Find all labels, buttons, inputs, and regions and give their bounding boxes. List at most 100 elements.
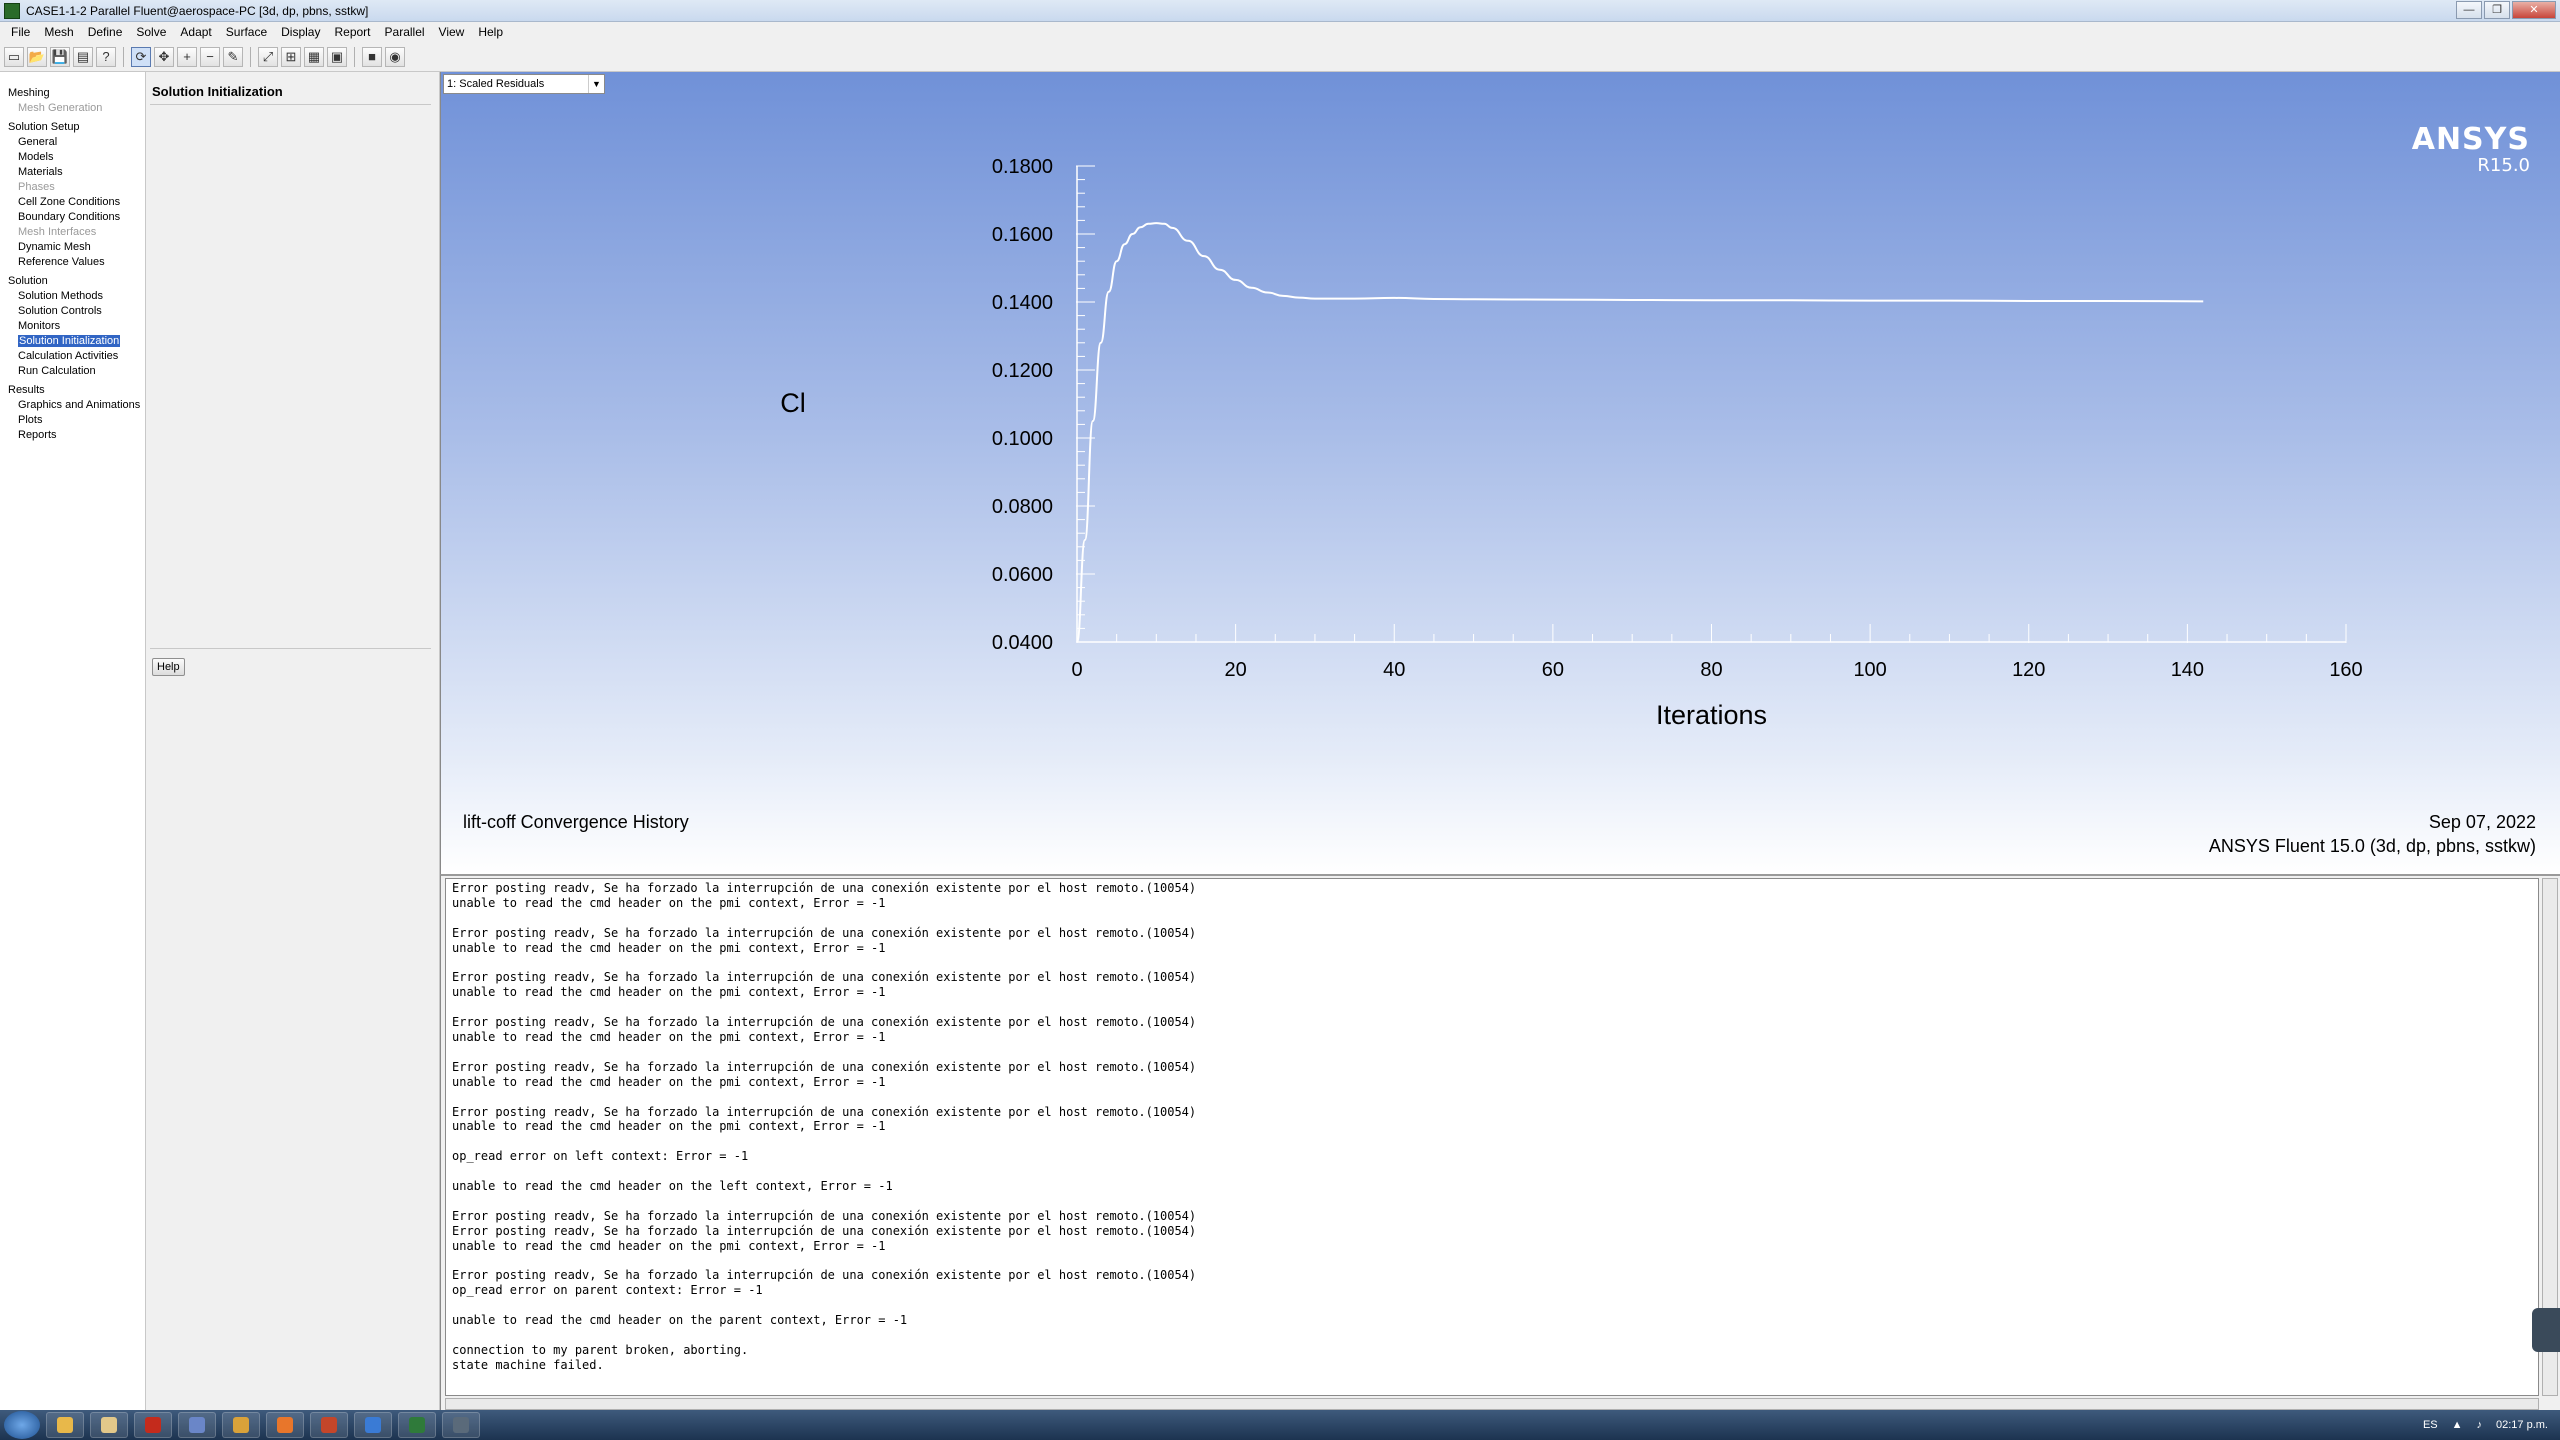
- menu-adapt[interactable]: Adapt: [173, 22, 218, 42]
- tree-item-dynamic-mesh[interactable]: Dynamic Mesh: [0, 240, 145, 255]
- network-icon[interactable]: ▲: [2452, 1419, 2463, 1431]
- x-tick-label: 40: [1383, 659, 1405, 681]
- fluent-launcher-icon: [453, 1417, 469, 1433]
- camera-icon[interactable]: ◉: [385, 46, 405, 67]
- view-icon[interactable]: ▣: [327, 46, 347, 67]
- taskbar-fluent-button[interactable]: [398, 1412, 436, 1438]
- tree-item-phases: Phases: [0, 180, 145, 195]
- taskbar-teamviewer-button[interactable]: [354, 1412, 392, 1438]
- tree-item-label: Solution Methods: [18, 290, 103, 302]
- tree-item-label: Mesh Generation: [18, 102, 103, 114]
- x-tick-label: 80: [1700, 659, 1722, 681]
- taskbar-acrobat-button[interactable]: [134, 1412, 172, 1438]
- y-tick-label: 0.0600: [992, 564, 1053, 586]
- close-icon[interactable]: ✕: [2512, 1, 2556, 19]
- menu-report[interactable]: Report: [327, 22, 377, 42]
- menu-parallel[interactable]: Parallel: [378, 22, 432, 42]
- zoom-out-icon[interactable]: −: [200, 46, 220, 67]
- language-indicator[interactable]: ES: [2423, 1419, 2438, 1431]
- tree-item-label: Solution Controls: [18, 305, 102, 317]
- tree-item-reference-values[interactable]: Reference Values: [0, 255, 145, 270]
- graphics-window[interactable]: 0.0400 0.0600 0.0800 0.1000 0.1200 0.1400 0.16…: [440, 72, 2560, 874]
- taskbar-firefox-button[interactable]: [266, 1412, 304, 1438]
- help-icon[interactable]: ?: [96, 46, 116, 67]
- taskbar-chrome-button[interactable]: [222, 1412, 260, 1438]
- tree-category-solution-setup[interactable]: Solution Setup: [0, 120, 145, 135]
- console-line: unable to read the cmd header on the pmi…: [452, 985, 886, 1000]
- probe-icon[interactable]: ✎: [223, 46, 243, 67]
- tree-item-boundary-conditions[interactable]: Boundary Conditions: [0, 210, 145, 225]
- menu-display[interactable]: Display: [274, 22, 327, 42]
- tree-item-label: Reference Values: [18, 256, 105, 268]
- console-line: unable to read the cmd header on the pmi…: [452, 895, 886, 910]
- fit-icon[interactable]: ⤢: [258, 46, 278, 67]
- rotate-icon[interactable]: ⟳: [131, 46, 151, 67]
- firefox-icon: [321, 1417, 337, 1433]
- console-output[interactable]: Error posting readv, Se ha forzado la in…: [445, 878, 2539, 1396]
- tree-category-solution[interactable]: Solution: [0, 274, 145, 289]
- tree-category-results[interactable]: Results: [0, 383, 145, 398]
- task-page-title: Solution Initialization: [152, 84, 283, 99]
- taskbar-fluent-launcher-button[interactable]: [442, 1412, 480, 1438]
- horizontal-scrollbar[interactable]: [445, 1398, 2539, 1410]
- y-tick-label: 0.1000: [992, 428, 1053, 450]
- navigation-tree: Meshing Mesh Generation Solution Setup Gene…: [0, 72, 146, 1410]
- tree-item-calculation-activities[interactable]: Calculation Activities: [0, 349, 145, 364]
- title-bar: CASE1-1-2 Parallel Fluent@aerospace-PC […: [0, 0, 2560, 22]
- save-icon[interactable]: 💾: [50, 46, 70, 67]
- series-line-1: [1076, 222, 2204, 643]
- menu-file[interactable]: File: [4, 22, 37, 42]
- print-icon[interactable]: ▤: [73, 46, 93, 67]
- tree-item-general[interactable]: General: [0, 135, 145, 150]
- menu-solve[interactable]: Solve: [129, 22, 173, 42]
- menu-help[interactable]: Help: [471, 22, 510, 42]
- console-line: unable to read the cmd header on the pmi…: [452, 1030, 886, 1045]
- tree-item-models[interactable]: Models: [0, 150, 145, 165]
- menu-mesh[interactable]: Mesh: [37, 22, 80, 42]
- divider: [150, 104, 431, 105]
- tree-item-label: Phases: [18, 181, 55, 193]
- chrome-icon: [233, 1417, 249, 1433]
- x-axis-label: Iterations: [1656, 700, 1767, 730]
- tree-item-run-calculation[interactable]: Run Calculation: [0, 364, 145, 379]
- minimize-icon[interactable]: —: [2456, 1, 2482, 19]
- maximize-icon[interactable]: ❐: [2484, 1, 2510, 19]
- taskbar-explorer-button[interactable]: [46, 1412, 84, 1438]
- menu-surface[interactable]: Surface: [219, 22, 274, 42]
- open-icon[interactable]: 📂: [27, 46, 47, 67]
- start-button[interactable]: [4, 1411, 40, 1439]
- x-tick-label: 100: [1853, 659, 1886, 681]
- tree-item-cell-zone-conditions[interactable]: Cell Zone Conditions: [0, 195, 145, 210]
- tree-item-plots[interactable]: Plots: [0, 413, 145, 428]
- tree-item-solution-initialization[interactable]: Solution Initialization: [0, 334, 145, 349]
- plot-title: lift-coff Convergence History: [463, 812, 689, 832]
- pan-icon[interactable]: ✥: [154, 46, 174, 67]
- taskbar-folder-button[interactable]: [90, 1412, 128, 1438]
- teamviewer-side-tab[interactable]: [2532, 1308, 2560, 1352]
- display-icon[interactable]: ■: [362, 46, 382, 67]
- taskbar-firefox-button[interactable]: [310, 1412, 348, 1438]
- help-button[interactable]: Help: [152, 658, 185, 676]
- tree-item-label: Cell Zone Conditions: [18, 196, 121, 208]
- new-icon[interactable]: ▭: [4, 46, 24, 67]
- tree-item-solution-methods[interactable]: Solution Methods: [0, 289, 145, 304]
- tree-item-monitors[interactable]: Monitors: [0, 319, 145, 334]
- tree-item-materials[interactable]: Materials: [0, 165, 145, 180]
- menu-view[interactable]: View: [432, 22, 472, 42]
- graphics-window-selector[interactable]: 1: Scaled Residuals ▼: [443, 74, 605, 94]
- tree-item-reports[interactable]: Reports: [0, 428, 145, 443]
- tree-item-graphics-and-animations[interactable]: Graphics and Animations: [0, 398, 145, 413]
- layout-icon[interactable]: ▦: [304, 46, 324, 67]
- volume-icon[interactable]: ♪: [2477, 1419, 2483, 1431]
- taskbar-chrome-button[interactable]: [178, 1412, 216, 1438]
- tree-item-label: Run Calculation: [18, 365, 96, 377]
- taskbar: ES ▲ ♪ 02:17 p.m.: [0, 1410, 2560, 1440]
- y-axis-label: Cl: [780, 388, 806, 418]
- menu-define[interactable]: Define: [81, 22, 130, 42]
- tree-category-meshing[interactable]: Meshing: [0, 86, 145, 101]
- clock[interactable]: 02:17 p.m.: [2496, 1419, 2548, 1431]
- zoom-box-icon[interactable]: ⊞: [281, 46, 301, 67]
- zoom-in-icon[interactable]: +: [177, 46, 197, 67]
- tree-item-solution-controls[interactable]: Solution Controls: [0, 304, 145, 319]
